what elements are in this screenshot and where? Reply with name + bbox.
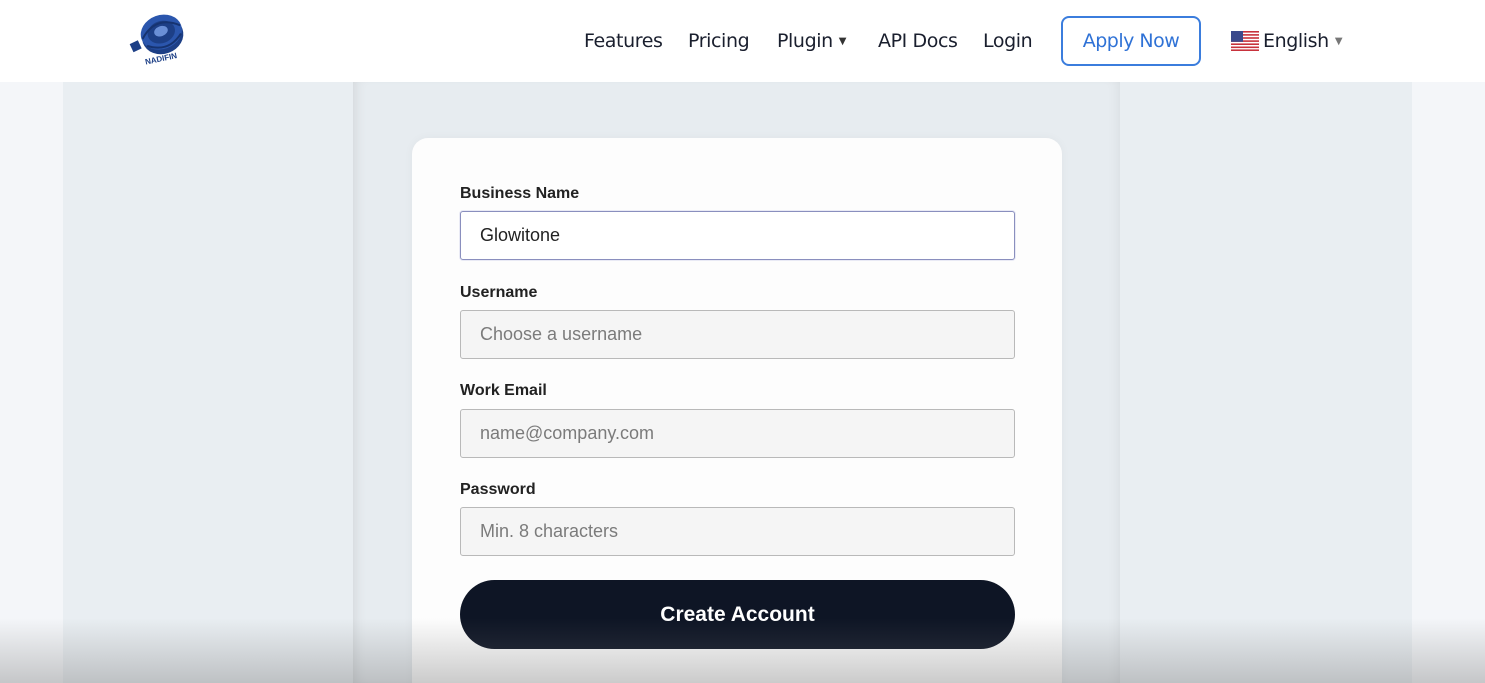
chevron-down-icon: ▼ xyxy=(838,36,847,47)
logo-text: NADIFIN xyxy=(144,51,178,66)
password-input[interactable] xyxy=(460,507,1015,556)
chevron-down-icon: ▼ xyxy=(1334,35,1343,47)
us-flag-icon xyxy=(1231,31,1259,51)
business-name-input[interactable] xyxy=(460,211,1015,260)
username-input[interactable] xyxy=(460,310,1015,359)
top-header: NADIFIN Features Pricing Plugin ▼ API Doc… xyxy=(0,0,1485,82)
work-email-input[interactable] xyxy=(460,409,1015,458)
background-panel-right xyxy=(1120,82,1412,683)
nav-login[interactable]: Login xyxy=(983,30,1033,52)
nav-pricing[interactable]: Pricing xyxy=(688,30,750,52)
nav-plugin[interactable]: Plugin ▼ xyxy=(777,30,846,52)
password-label: Password xyxy=(460,481,536,498)
nav-plugin-label: Plugin xyxy=(777,30,833,52)
username-label: Username xyxy=(460,284,538,301)
business-name-label: Business Name xyxy=(460,185,580,202)
work-email-label: Work Email xyxy=(460,382,547,399)
nav-api-docs[interactable]: API Docs xyxy=(878,30,958,52)
create-account-button[interactable]: Create Account xyxy=(460,580,1015,649)
nadifin-logo[interactable]: NADIFIN xyxy=(128,10,192,67)
language-selector[interactable]: English ▼ xyxy=(1231,30,1343,52)
nav-features[interactable]: Features xyxy=(584,30,663,52)
background-panel-left xyxy=(63,82,353,683)
language-label: English xyxy=(1263,30,1329,52)
apply-now-button[interactable]: Apply Now xyxy=(1061,16,1201,66)
